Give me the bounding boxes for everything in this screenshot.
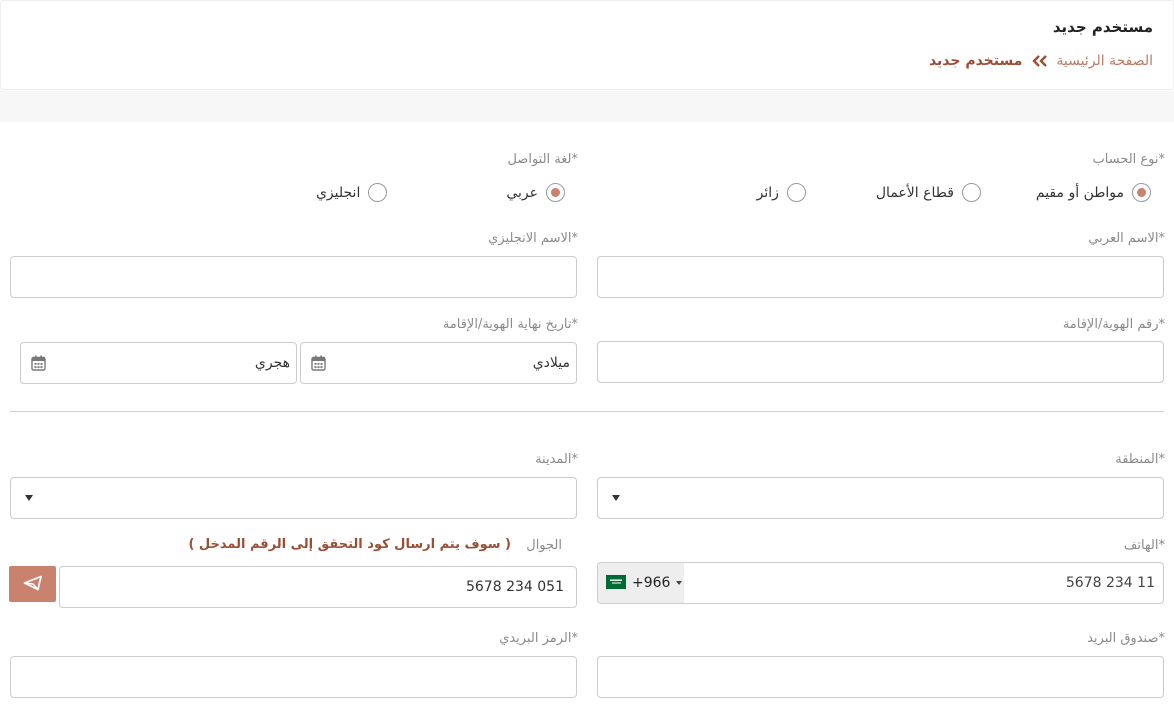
account-type-radio-group: مواطن أو مقيم قطاع الأعمال زائر	[757, 183, 1151, 202]
breadcrumb-home-link[interactable]: الصفحة الرئيسية	[1056, 53, 1153, 69]
po-box-input[interactable]	[597, 656, 1164, 698]
header-spacer	[0, 91, 1174, 122]
hijri-date-text: هجري	[254, 355, 290, 371]
section-divider	[10, 411, 1164, 412]
calendar-icon[interactable]	[31, 355, 46, 371]
mobile-label: الجوال	[526, 538, 562, 553]
radio-visitor[interactable]: زائر	[757, 183, 806, 202]
id-expiry-label: *تاريخ نهاية الهوية/الإقامة	[442, 317, 578, 332]
language-radio-group: عربي انجليزي	[316, 183, 565, 202]
radio-business-sector[interactable]: قطاع الأعمال	[876, 183, 981, 202]
radio-arabic-label: عربي	[506, 184, 538, 201]
radio-circle[interactable]	[368, 183, 388, 202]
arabic-name-input[interactable]	[597, 256, 1164, 298]
breadcrumb-current: مستخدم جديد	[928, 53, 1023, 69]
id-number-input[interactable]	[597, 341, 1164, 383]
account-type-label: *نوع الحساب	[1092, 152, 1165, 167]
phone-label: *الهاتف	[1123, 538, 1165, 553]
city-label: *المدينة	[535, 452, 578, 467]
radio-circle-checked[interactable]	[546, 183, 565, 202]
dial-code: +966	[632, 575, 671, 591]
postal-code-label: *الرمز البريدي	[499, 631, 578, 646]
radio-circle[interactable]	[961, 183, 981, 202]
country-code-selector[interactable]: +966	[598, 563, 684, 603]
breadcrumb: الصفحة الرئيسية مستخدم جديد	[929, 53, 1153, 69]
radio-english[interactable]: انجليزي	[315, 183, 388, 202]
language-label: *لغة التواصل	[507, 152, 578, 167]
saudi-flag-icon	[606, 574, 626, 593]
postal-code-input[interactable]	[10, 656, 577, 698]
english-name-label: *الاسم الانجليزي	[488, 231, 578, 246]
id-number-label: *رقم الهوية/الإقامة	[1062, 317, 1165, 332]
page-title: مستخدم جديد	[1052, 18, 1153, 36]
mobile-input[interactable]	[59, 566, 577, 608]
chevron-down-icon	[676, 581, 683, 585]
radio-circle-checked[interactable]	[1132, 183, 1151, 202]
send-verification-code-button[interactable]	[9, 566, 56, 602]
gregorian-date-input[interactable]: ميلادي	[300, 342, 577, 384]
english-name-input[interactable]	[10, 256, 577, 298]
double-chevron-icon	[1030, 55, 1048, 67]
chevron-down-icon[interactable]	[25, 495, 33, 501]
region-select[interactable]	[597, 477, 1164, 519]
chevron-down-icon[interactable]	[612, 495, 620, 501]
hijri-date-input[interactable]: هجري	[20, 342, 297, 384]
radio-visitor-label: زائر	[756, 184, 779, 201]
phone-input[interactable]: 11 234 5678 +966	[597, 562, 1164, 604]
radio-arabic[interactable]: عربي	[506, 183, 565, 202]
po-box-label: *صندوق البريد	[1087, 631, 1165, 646]
radio-circle[interactable]	[786, 183, 806, 202]
radio-business-label: قطاع الأعمال	[875, 184, 954, 201]
calendar-icon[interactable]	[311, 355, 326, 371]
radio-citizen-label: مواطن أو مقيم	[1035, 184, 1124, 201]
arabic-name-label: *الاسم العربي	[1088, 231, 1165, 246]
region-label: *المنطقة	[1115, 452, 1165, 467]
radio-citizen-resident[interactable]: مواطن أو مقيم	[1036, 183, 1151, 202]
city-select[interactable]	[10, 477, 577, 519]
phone-value: 11 234 5678	[1065, 575, 1155, 591]
mobile-verification-note: ( سوف يتم ارسال كود التحقق إلى الرقم الم…	[188, 537, 511, 552]
send-icon	[23, 575, 43, 594]
page-header: مستخدم جديد الصفحة الرئيسية مستخدم جديد	[0, 0, 1174, 90]
radio-english-label: انجليزي	[315, 184, 361, 201]
gregorian-date-text: ميلادي	[532, 355, 570, 371]
